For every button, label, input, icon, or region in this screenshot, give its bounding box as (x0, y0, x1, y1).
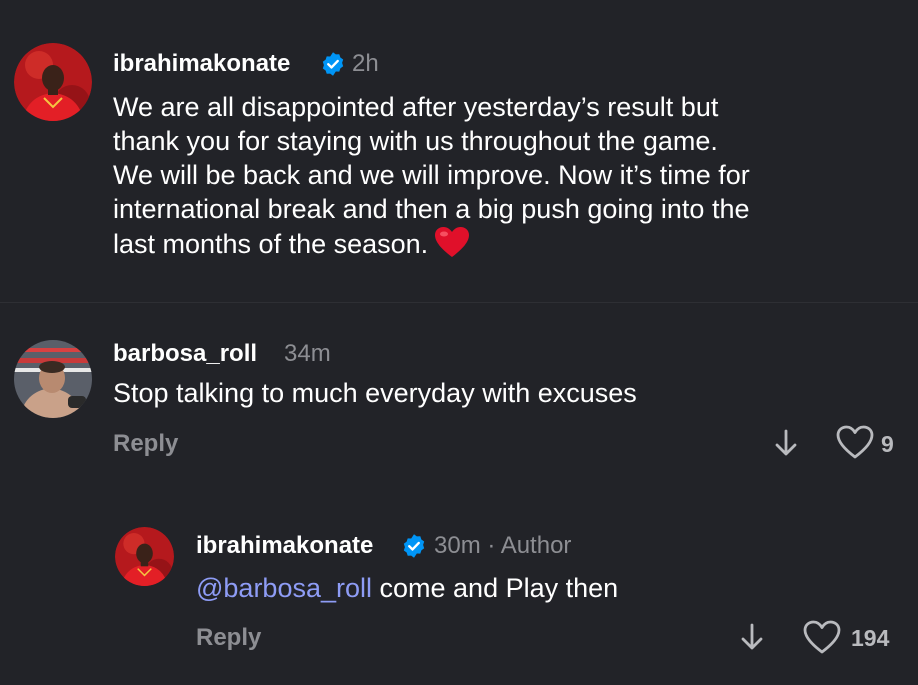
post-caption: We are all disappointed after yesterday’… (113, 90, 903, 266)
like-count: 9 (881, 431, 894, 457)
caption-line: last months of the season. (113, 229, 429, 259)
red-heart-emoji (434, 226, 470, 266)
caption-line: thank you for staying with us throughout… (113, 126, 718, 156)
reply-button[interactable]: Reply (196, 624, 261, 652)
divider (0, 302, 918, 303)
post-timestamp: 2h (352, 50, 379, 77)
comment-text: Stop talking to much everyday with excus… (113, 378, 637, 408)
reply-text: @barbosa_roll come and Play then (196, 572, 618, 604)
caption-line: international break and then a big push … (113, 194, 750, 224)
avatar-image (14, 43, 92, 121)
avatar-image (115, 527, 174, 586)
caption-line: We will be back and we will improve. Now… (113, 160, 750, 190)
heart-outline-icon[interactable] (835, 424, 875, 465)
comment-username[interactable]: barbosa_roll (113, 340, 257, 368)
commenter-avatar[interactable] (14, 340, 92, 418)
reply-body: come and Play then (372, 573, 619, 603)
reply-author-avatar[interactable] (115, 527, 174, 586)
reply-username[interactable]: ibrahimakonate (196, 532, 373, 560)
like-count: 194 (851, 625, 890, 651)
heart-outline-icon[interactable] (802, 619, 842, 660)
down-arrow-icon[interactable] (773, 428, 799, 463)
comments-page: ibrahimakonate 2h We are all disappointe… (0, 0, 918, 685)
comment-timestamp: 34m (284, 340, 331, 367)
down-arrow-icon[interactable] (739, 622, 765, 657)
mention-link[interactable]: @barbosa_roll (196, 573, 372, 603)
verified-badge-icon (320, 51, 346, 82)
reply-meta: 30m · Author (434, 532, 572, 559)
caption-line: We are all disappointed after yesterday’… (113, 92, 719, 122)
reply-button[interactable]: Reply (113, 430, 178, 458)
post-username[interactable]: ibrahimakonate (113, 50, 290, 78)
avatar-image (14, 340, 92, 418)
verified-badge-icon (401, 533, 427, 564)
post-author-avatar[interactable] (14, 43, 92, 121)
